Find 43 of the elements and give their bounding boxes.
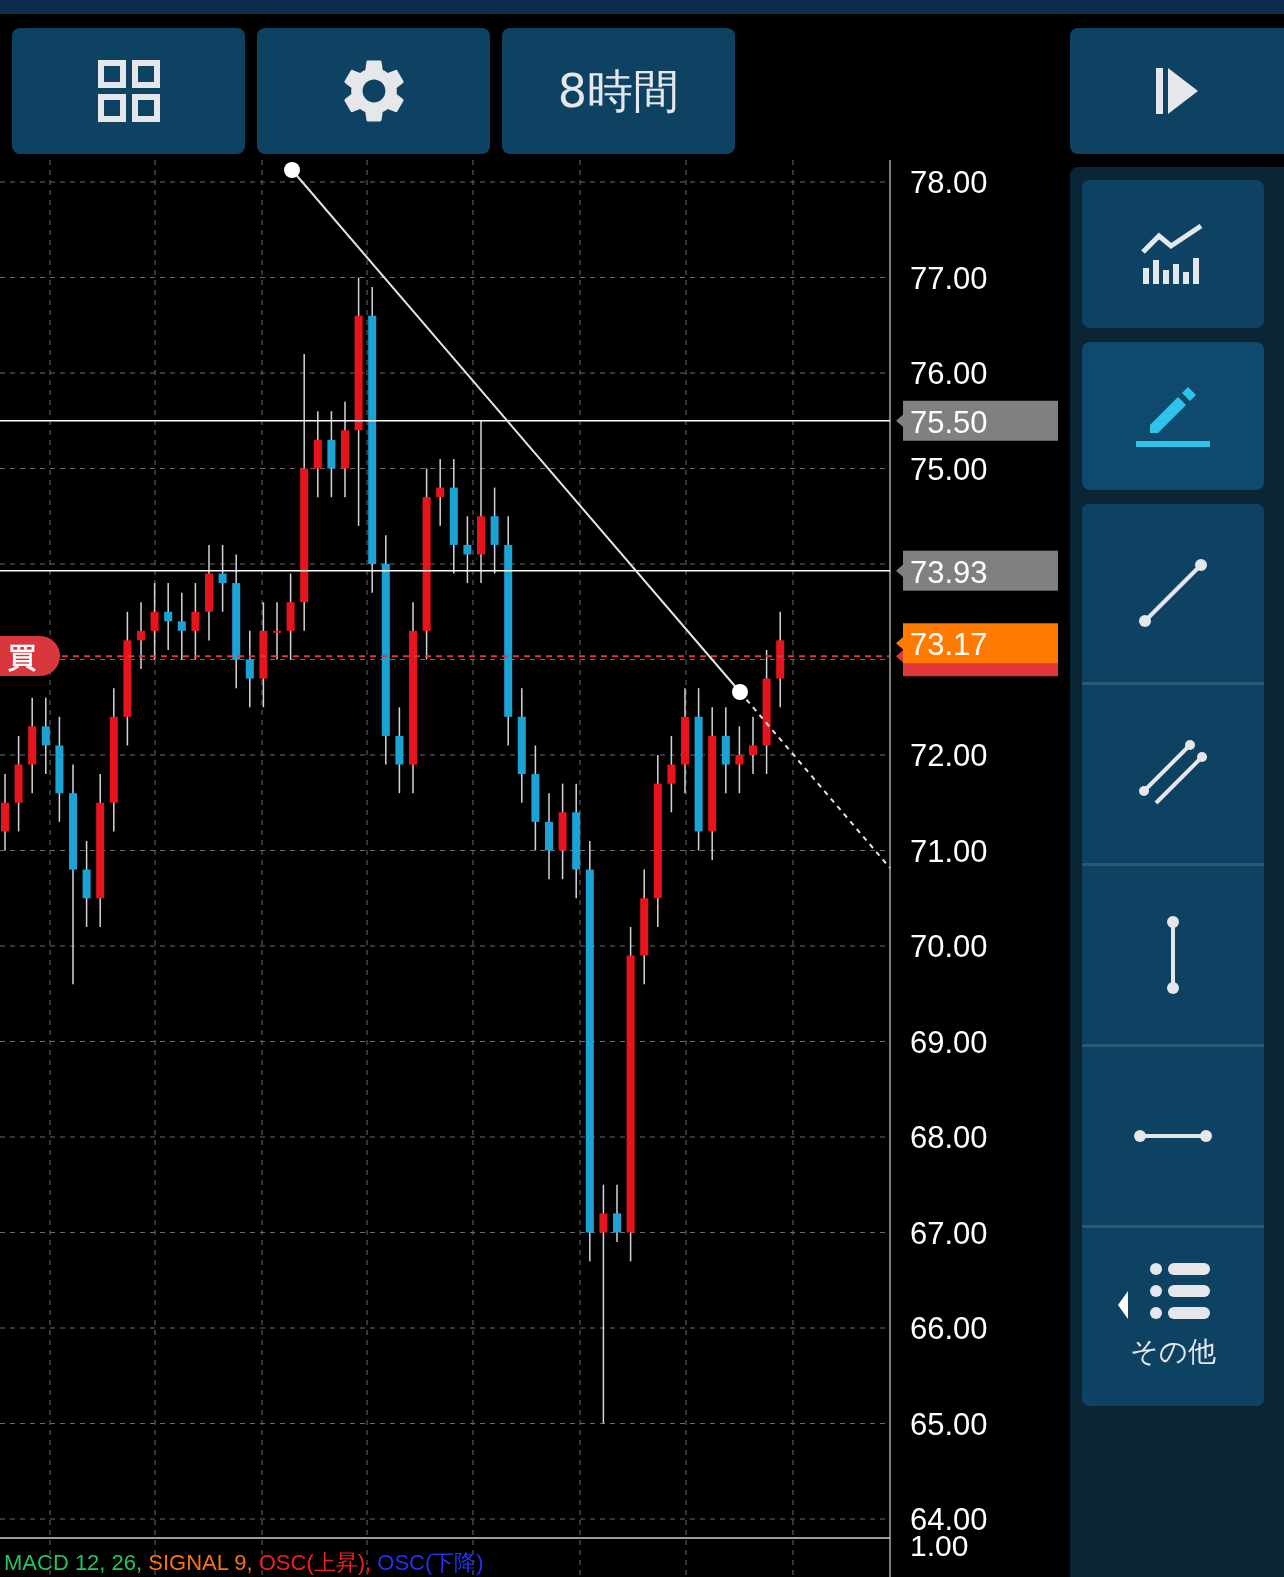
price-tag-label: 75.50 — [910, 404, 988, 440]
step-forward-button[interactable] — [1070, 28, 1284, 154]
layout-button[interactable] — [12, 28, 245, 154]
price-axis-label: 67.00 — [910, 1215, 988, 1251]
price-axis-label: 76.00 — [910, 356, 988, 391]
settings-button[interactable] — [257, 28, 490, 154]
channel-tool-button[interactable] — [1082, 685, 1264, 863]
candlestick — [273, 601, 281, 661]
candlestick — [177, 591, 186, 661]
price-axis-label: 78.00 — [910, 165, 988, 200]
candlestick — [749, 716, 757, 775]
candlestick — [218, 544, 227, 613]
draw-tool-button[interactable] — [1082, 342, 1264, 490]
trend-line[interactable] — [284, 162, 891, 869]
candlestick — [436, 458, 445, 527]
step-forward-icon — [1156, 68, 1198, 114]
buy-marker[interactable]: 買 — [0, 636, 60, 676]
candlestick — [164, 582, 173, 651]
price-axis-label: 65.00 — [910, 1406, 988, 1442]
grid-icon — [97, 60, 160, 122]
candlestick — [613, 1184, 621, 1243]
price-axis-label: 75.00 — [910, 451, 988, 487]
price-tag-label: 73.93 — [910, 554, 988, 590]
horizontal-line-icon — [1133, 1129, 1213, 1143]
indicator-legend: MACD 12, 26, SIGNAL 9, OSC(上昇), OSC(下降) — [4, 1550, 484, 1575]
candlestick — [735, 725, 744, 794]
horizontal-line[interactable] — [0, 569, 891, 572]
more-tool-button[interactable]: その他 — [1082, 1228, 1264, 1406]
price-axis-label: 68.00 — [910, 1120, 988, 1155]
chart-icon — [1141, 224, 1205, 284]
price-axis-label: 66.00 — [910, 1311, 988, 1346]
price-axis-label: 69.00 — [910, 1024, 988, 1060]
timeframe-button[interactable]: 8時間 — [502, 28, 735, 154]
candlestick — [463, 515, 472, 584]
vertical-line-icon — [1166, 915, 1180, 995]
candlestick — [137, 601, 145, 670]
price-axis-label: 72.00 — [910, 738, 988, 773]
price-axis-label: 71.00 — [910, 833, 988, 869]
price-axis-label: 77.00 — [910, 260, 988, 296]
price-axis-label: 70.00 — [910, 929, 988, 964]
price-tag-label: 73.17 — [910, 627, 988, 663]
indicator-tool-button[interactable] — [1082, 180, 1264, 328]
line-icon — [1138, 558, 1208, 628]
